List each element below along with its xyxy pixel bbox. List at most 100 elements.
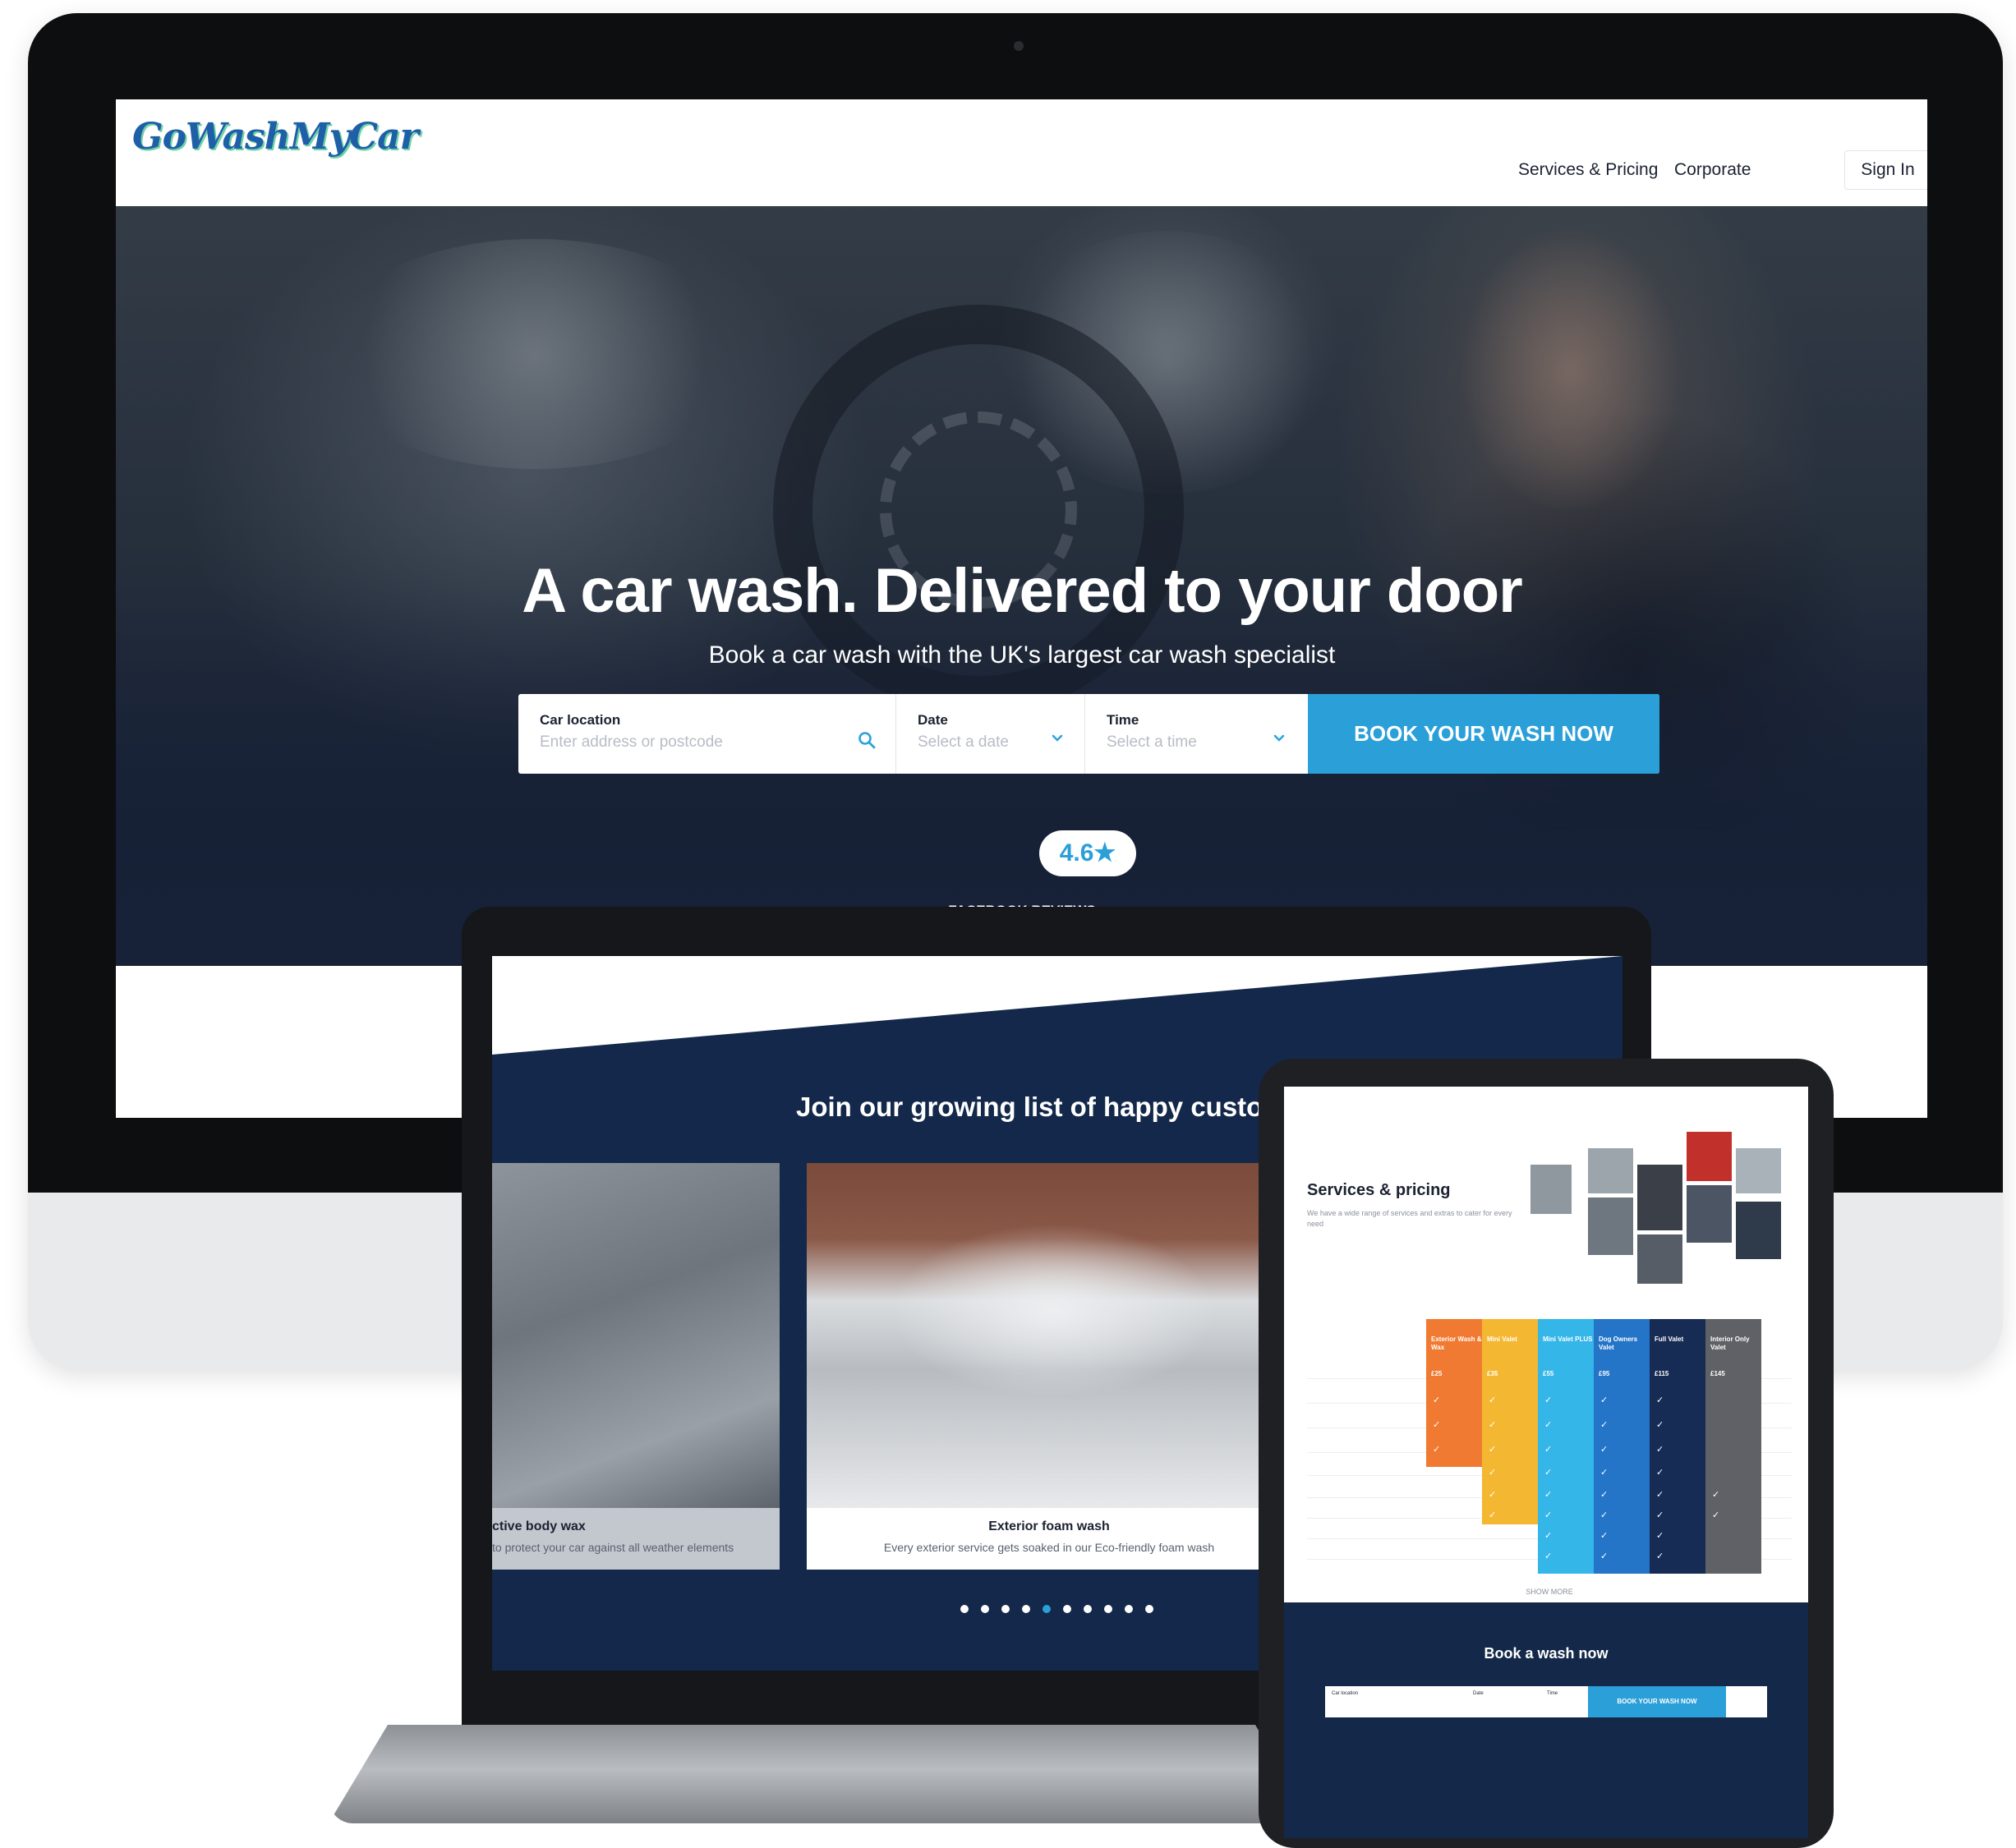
- pricing-column-name: Mini Valet PLUS: [1543, 1335, 1593, 1343]
- location-label[interactable]: Car location: [1332, 1691, 1358, 1696]
- gallery-photo: [1588, 1148, 1633, 1193]
- pricing-column-name: Exterior Wash & Wax: [1431, 1335, 1482, 1351]
- book-section: [1284, 1602, 1808, 1838]
- check-icon: ✓: [1656, 1551, 1664, 1561]
- gallery-photo: [1736, 1202, 1781, 1259]
- check-icon: ✓: [1600, 1395, 1609, 1405]
- check-icon: ✓: [1656, 1445, 1664, 1455]
- pricing-column-price: £35: [1487, 1370, 1498, 1377]
- booking-form: Car location Date Time BOOK Y: [518, 694, 1659, 774]
- card-image: [492, 1163, 780, 1508]
- time-field[interactable]: Time: [1085, 694, 1307, 774]
- carousel-dot[interactable]: [1125, 1605, 1133, 1613]
- check-icon: ✓: [1656, 1420, 1664, 1430]
- check-icon: ✓: [1544, 1445, 1553, 1455]
- pricing-column[interactable]: Interior Only Valet £145 ✓ ✓: [1705, 1319, 1761, 1574]
- location-input[interactable]: [540, 733, 835, 752]
- pricing-column-price: £25: [1431, 1370, 1443, 1377]
- check-icon: ✓: [1600, 1510, 1609, 1520]
- date-label[interactable]: Date: [1473, 1691, 1484, 1696]
- laptop-base: [329, 1725, 1314, 1823]
- section-divider: [492, 956, 1622, 1055]
- testimonials-heading: Join our growing list of happy custo: [796, 1092, 1263, 1122]
- search-icon[interactable]: [857, 730, 877, 755]
- carousel-dot[interactable]: [1145, 1605, 1153, 1613]
- nav-corporate[interactable]: Corporate: [1674, 160, 1751, 180]
- carousel-dot[interactable]: [1104, 1605, 1112, 1613]
- rating-badge: 4.6★: [1039, 830, 1136, 876]
- brand-logo[interactable]: GoWashMyCar: [132, 116, 419, 158]
- pricing-column[interactable]: Exterior Wash & Wax £25 ✓ ✓ ✓ ✓: [1426, 1319, 1482, 1478]
- check-icon: ✓: [1600, 1551, 1609, 1561]
- carousel-dot[interactable]: [1001, 1605, 1010, 1613]
- check-icon: ✓: [1544, 1531, 1553, 1541]
- card-image: [807, 1163, 1291, 1508]
- gallery-photo: [1637, 1234, 1682, 1284]
- check-icon: ✓: [1600, 1420, 1609, 1430]
- check-icon: ✓: [1600, 1468, 1609, 1478]
- check-icon: ✓: [1656, 1531, 1664, 1541]
- gallery-photo: [1736, 1148, 1781, 1193]
- check-icon: ✓: [1656, 1395, 1664, 1405]
- check-icon: ✓: [1433, 1445, 1441, 1455]
- check-icon: ✓: [1489, 1490, 1497, 1500]
- check-icon: ✓: [1712, 1510, 1720, 1520]
- carousel-dot[interactable]: [1084, 1605, 1092, 1613]
- carousel-dot[interactable]: [1063, 1605, 1071, 1613]
- pricing-column-price: £55: [1543, 1370, 1554, 1377]
- check-icon: ✓: [1489, 1510, 1497, 1520]
- pricing-column[interactable]: Mini Valet £35 ✓ ✓ ✓ ✓ ✓ ✓: [1482, 1319, 1538, 1524]
- pricing-table: Exterior Wash & Wax £25 ✓ ✓ ✓ ✓ Mini Valet £35 ✓…: [1307, 1319, 1792, 1574]
- check-icon: ✓: [1489, 1420, 1497, 1430]
- tablet-website: Services & pricing We have a wide range …: [1284, 1087, 1808, 1838]
- book-wash-button[interactable]: BOOK YOUR WASH NOW: [1588, 1686, 1726, 1717]
- carousel-dot[interactable]: [1022, 1605, 1030, 1613]
- check-icon: ✓: [1600, 1531, 1609, 1541]
- check-icon: ✓: [1433, 1420, 1441, 1430]
- check-icon: ✓: [1544, 1510, 1553, 1520]
- check-icon: ✓: [1600, 1490, 1609, 1500]
- camera-icon: [1014, 41, 1024, 51]
- carousel-card[interactable]: Exterior foam wash Every exterior servic…: [807, 1163, 1291, 1570]
- pricing-column-price: £115: [1655, 1370, 1669, 1377]
- pricing-column[interactable]: Mini Valet PLUS £55 ✓ ✓ ✓ ✓ ✓ ✓ ✓ ✓: [1538, 1319, 1594, 1574]
- pricing-column-price: £95: [1599, 1370, 1610, 1377]
- carousel-dot[interactable]: [960, 1605, 969, 1613]
- time-select[interactable]: [1107, 733, 1246, 752]
- time-label: Time: [1107, 712, 1139, 728]
- chevron-down-icon[interactable]: [1271, 730, 1287, 752]
- check-icon: ✓: [1544, 1395, 1553, 1405]
- show-more-link[interactable]: SHOW MORE: [1307, 1588, 1792, 1596]
- gallery-photo: [1687, 1185, 1732, 1243]
- sign-in-button[interactable]: Sign In: [1844, 150, 1927, 190]
- book-wash-button[interactable]: BOOK YOUR WASH NOW: [1308, 694, 1659, 774]
- carousel-dot[interactable]: [1043, 1605, 1051, 1613]
- pricing-column[interactable]: Dog Owners Valet £95 ✓ ✓ ✓ ✓ ✓ ✓ ✓ ✓: [1594, 1319, 1650, 1574]
- date-select[interactable]: [918, 733, 1041, 752]
- carousel-card[interactable]: ctive body wax to protect your car again…: [492, 1163, 780, 1570]
- date-field[interactable]: Date: [896, 694, 1085, 774]
- chevron-down-icon[interactable]: [1049, 730, 1066, 752]
- services-title: Services & pricing: [1307, 1181, 1451, 1199]
- date-label: Date: [918, 712, 948, 728]
- time-label[interactable]: Time: [1547, 1691, 1558, 1696]
- location-field[interactable]: Car location: [518, 694, 896, 774]
- carousel-dot[interactable]: [981, 1605, 989, 1613]
- location-label: Car location: [540, 712, 621, 728]
- check-icon: ✓: [1433, 1468, 1441, 1478]
- gallery-photo: [1687, 1132, 1732, 1181]
- hero-title: A car wash. Delivered to your door: [522, 556, 1523, 626]
- card-title: Exterior foam wash: [988, 1519, 1110, 1533]
- check-icon: ✓: [1544, 1551, 1553, 1561]
- check-icon: ✓: [1656, 1490, 1664, 1500]
- nav-services-pricing[interactable]: Services & Pricing: [1518, 160, 1658, 180]
- check-icon: ✓: [1433, 1395, 1441, 1405]
- check-icon: ✓: [1600, 1445, 1609, 1455]
- pricing-column-name: Interior Only Valet: [1710, 1335, 1750, 1351]
- book-title: Book a wash now: [1484, 1645, 1609, 1662]
- pricing-column-name: Full Valet: [1655, 1335, 1684, 1343]
- pricing-column[interactable]: Full Valet £115 ✓ ✓ ✓ ✓ ✓ ✓ ✓ ✓: [1650, 1319, 1705, 1574]
- check-icon: ✓: [1656, 1510, 1664, 1520]
- gallery-photo: [1637, 1165, 1682, 1230]
- card-title: ctive body wax: [492, 1519, 586, 1533]
